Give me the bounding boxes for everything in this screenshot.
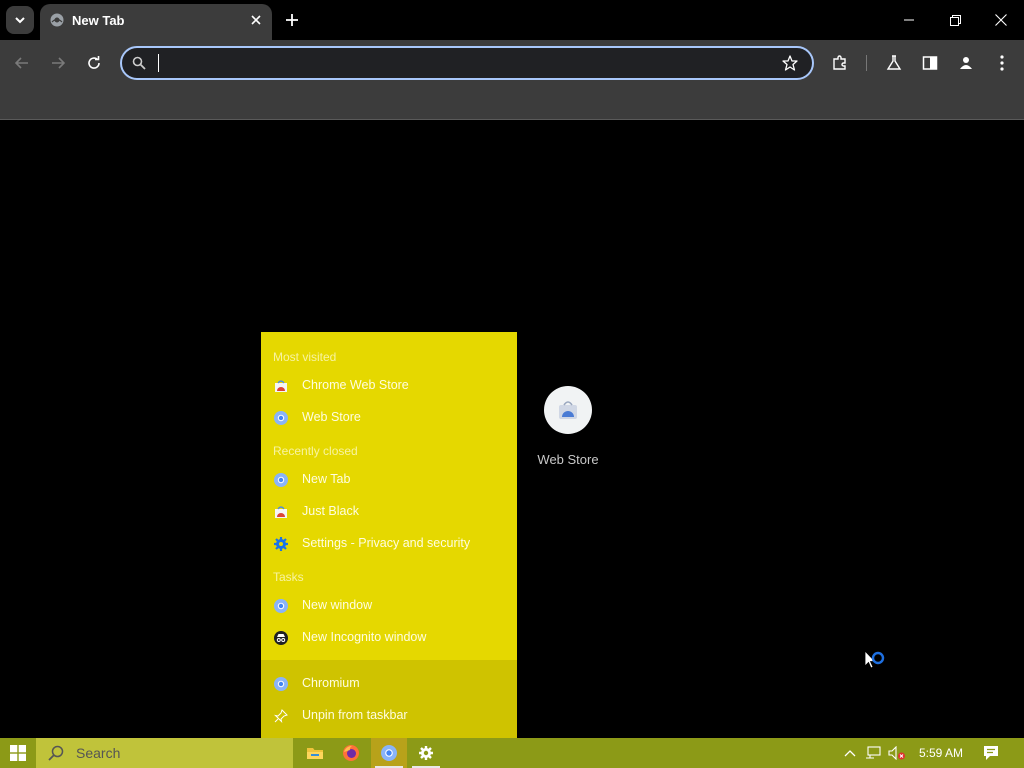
arrow-left-icon: [15, 57, 28, 69]
chromium-icon: [274, 599, 288, 613]
incognito-icon: [274, 631, 288, 645]
taskbar-file-explorer[interactable]: [297, 738, 333, 768]
puzzle-icon: [833, 55, 846, 70]
toolbar-separator: [866, 55, 867, 71]
action-center-button[interactable]: [982, 744, 1000, 762]
search-icon: [132, 56, 146, 70]
globe-icon: [50, 13, 64, 27]
star-icon: [782, 55, 798, 71]
taskbar-settings[interactable]: [408, 738, 444, 768]
bookmark-bar: [0, 86, 1024, 120]
jumplist-item[interactable]: Chrome Web Store: [261, 370, 517, 402]
busy-cursor-icon: [864, 650, 885, 669]
flask-icon: [886, 55, 902, 70]
notification-icon: [984, 746, 998, 760]
arrow-right-icon: [52, 57, 65, 69]
webstore-icon: [544, 386, 592, 434]
reload-icon: [88, 56, 100, 69]
firefox-icon: [343, 745, 359, 761]
close-icon: [251, 15, 261, 25]
taskbar-firefox[interactable]: [333, 738, 369, 768]
taskbar-clock[interactable]: 5:59 AM: [912, 746, 970, 760]
minimize-button[interactable]: [886, 0, 932, 40]
show-hidden-icons-button[interactable]: [841, 744, 859, 762]
tab-new-tab[interactable]: New Tab: [40, 4, 272, 40]
jumplist-item[interactable]: Just Black: [261, 496, 517, 528]
shortcut-tile-web-store[interactable]: Web Store: [528, 386, 608, 476]
side-panel-button[interactable]: [916, 49, 944, 77]
network-button[interactable]: [864, 744, 882, 762]
jumplist-footer: Chromium Unpin from taskbar: [261, 660, 517, 738]
jumplist-header-recently-closed: Recently closed: [273, 444, 358, 458]
reload-button[interactable]: [80, 49, 108, 77]
shortcut-label: Web Store: [537, 452, 599, 467]
new-tab-button[interactable]: [280, 8, 304, 32]
chromium-icon: [274, 677, 288, 691]
chromium-icon: [381, 745, 397, 761]
search-icon: [48, 745, 64, 761]
forward-button[interactable]: [44, 49, 72, 77]
jumplist-item[interactable]: New Tab: [261, 464, 517, 496]
person-icon: [960, 57, 972, 69]
volume-muted-icon: [888, 746, 905, 760]
start-button[interactable]: [0, 738, 36, 768]
close-icon: [995, 14, 1007, 26]
chromium-icon: [274, 411, 288, 425]
menu-button[interactable]: [988, 49, 1016, 77]
back-button[interactable]: [8, 49, 36, 77]
tab-search-button[interactable]: [6, 6, 34, 34]
tab-close-button[interactable]: [248, 12, 264, 28]
omnibox-input[interactable]: [156, 53, 756, 73]
restore-button[interactable]: [932, 0, 978, 40]
taskbar: Search 5:59 AM: [0, 738, 1024, 768]
side-panel-icon: [922, 56, 938, 70]
toolbar: [0, 40, 1024, 86]
chevron-up-icon: [844, 750, 856, 757]
chevron-down-icon: [15, 17, 25, 24]
chromium-icon: [274, 473, 288, 487]
network-icon: [866, 746, 881, 759]
tab-title: New Tab: [72, 13, 125, 28]
jumplist-header-tasks: Tasks: [273, 570, 304, 584]
tab-strip: New Tab: [0, 0, 1024, 40]
webstore-icon: [275, 380, 287, 392]
jumplist-header-most-visited: Most visited: [273, 350, 337, 364]
jumplist-item[interactable]: Web Store: [261, 402, 517, 434]
close-window-button[interactable]: [978, 0, 1024, 40]
jumplist-item[interactable]: New window: [261, 590, 517, 622]
jumplist-item[interactable]: Settings - Privacy and security: [261, 528, 517, 560]
taskbar-search-box[interactable]: Search: [36, 738, 293, 768]
gear-icon: [419, 746, 433, 760]
omnibox[interactable]: [120, 46, 814, 80]
labs-button[interactable]: [880, 49, 908, 77]
jumplist-item[interactable]: New Incognito window: [261, 622, 517, 654]
webstore-icon: [275, 506, 287, 518]
plus-icon: [286, 14, 298, 26]
jumplist-item[interactable]: Chromium: [261, 668, 517, 700]
text-caret: [158, 54, 159, 72]
bookmark-star-button[interactable]: [780, 53, 800, 73]
folder-icon: [307, 748, 323, 759]
profile-button[interactable]: [952, 49, 980, 77]
gear-icon: [274, 537, 288, 551]
kebab-menu-icon: [1000, 55, 1004, 71]
minimize-icon: [904, 19, 914, 21]
windows-logo-icon: [10, 745, 26, 761]
taskbar-search-text: Search: [76, 745, 121, 761]
jumplist-item[interactable]: Unpin from taskbar: [261, 700, 517, 732]
taskbar-jump-list: Most visited Chrome Web Store Web Store …: [261, 332, 517, 738]
taskbar-chromium[interactable]: [371, 738, 407, 768]
volume-button[interactable]: [888, 744, 906, 762]
restore-icon: [949, 14, 961, 26]
extensions-button[interactable]: [826, 49, 854, 77]
unpin-icon: [274, 709, 288, 723]
